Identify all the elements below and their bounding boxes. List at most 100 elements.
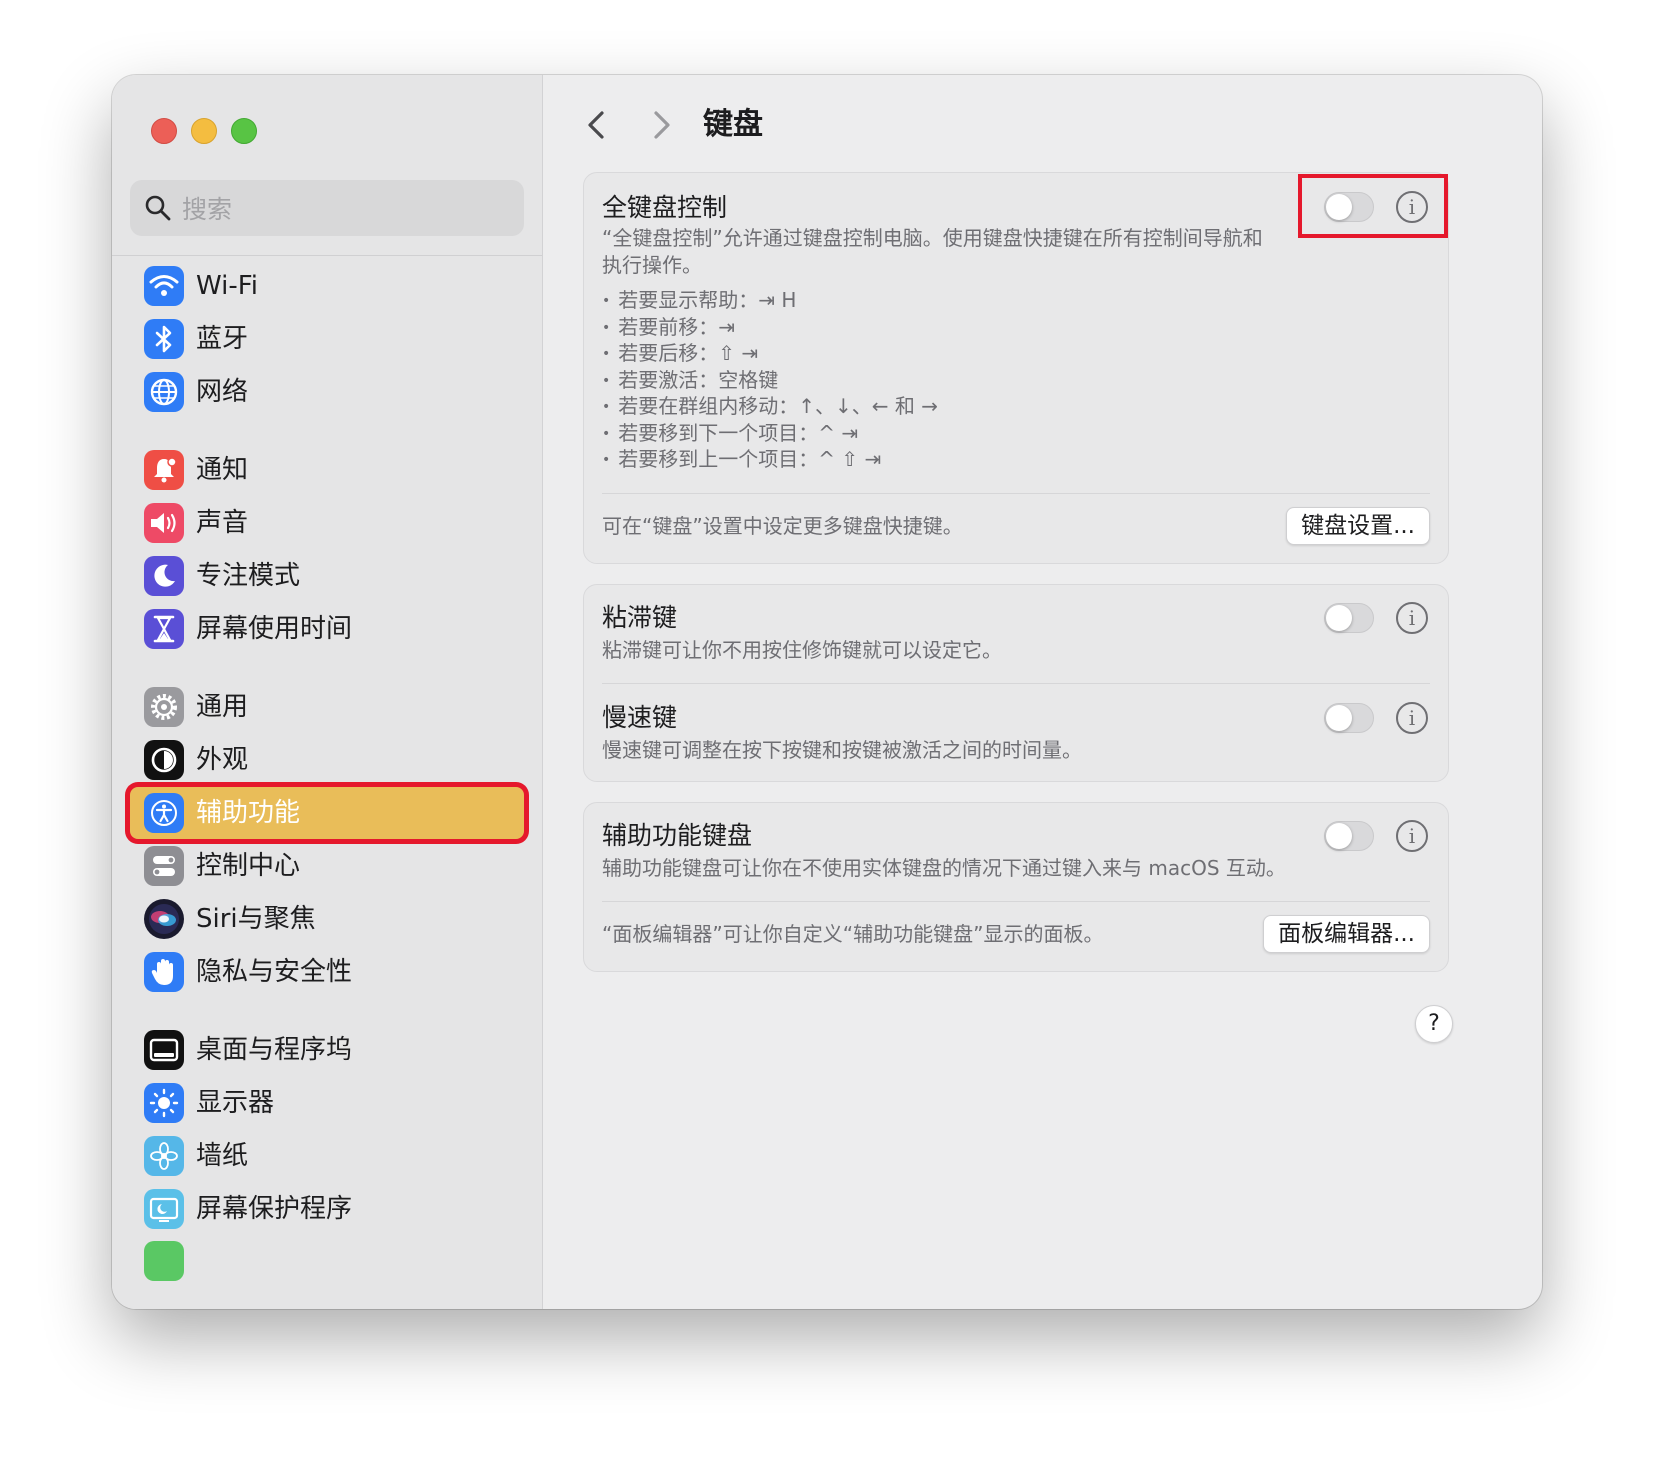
full-keyboard-control-title: 全键盘控制	[602, 193, 728, 222]
bluetooth-icon	[144, 319, 184, 359]
shortcut-hint: 若要激活：空格键	[602, 367, 938, 394]
hourglass-icon	[144, 609, 184, 649]
toggle-knob	[1326, 823, 1352, 849]
info-icon: i	[1408, 824, 1416, 848]
forward-button[interactable]	[643, 105, 679, 145]
gear-icon	[144, 687, 184, 727]
sidebar-item-label: 专注模式	[196, 561, 301, 591]
sidebar: Wi-Fi 蓝牙 网络 通知 声音	[112, 75, 543, 1309]
speaker-icon	[144, 503, 184, 543]
sidebar-item-label: 控制中心	[196, 851, 301, 881]
sun-icon	[144, 1083, 184, 1123]
accessibility-icon	[144, 793, 184, 833]
search-input[interactable]	[180, 190, 504, 228]
toggle-knob	[1326, 605, 1352, 631]
chevron-left-icon	[588, 111, 604, 139]
accessibility-keyboard-title: 辅助功能键盘	[602, 821, 753, 850]
info-icon: i	[1408, 706, 1416, 730]
sidebar-item-label: 外观	[196, 745, 249, 775]
shortcut-hint: 若要移到上一个项目：^ ⇧ ⇥	[602, 446, 938, 473]
sidebar-item-appearance[interactable]: 外观	[130, 734, 524, 786]
back-button[interactable]	[579, 105, 615, 145]
main-content: 键盘 全键盘控制 “全键盘控制”允许通过键盘控制电脑。使用键盘快捷键在所有控制间…	[543, 75, 1542, 1309]
close-window-button[interactable]	[151, 118, 177, 144]
chevron-right-icon	[654, 111, 670, 139]
help-button[interactable]: ?	[1415, 1005, 1453, 1043]
sidebar-item-accessibility[interactable]: 辅助功能	[130, 787, 524, 839]
zoom-window-button[interactable]	[231, 118, 257, 144]
appearance-icon	[144, 740, 184, 780]
sidebar-item-screen-time[interactable]: 屏幕使用时间	[130, 603, 524, 655]
info-icon: i	[1408, 606, 1416, 630]
sidebar-item-general[interactable]: 通用	[130, 681, 524, 733]
accessibility-keyboard-card: 辅助功能键盘 辅助功能键盘可让你在不使用实体键盘的情况下通过键入来与 macOS…	[583, 802, 1449, 972]
sticky-keys-title: 粘滞键	[602, 603, 678, 632]
sidebar-item-label: 辅助功能	[196, 798, 301, 828]
sidebar-item-label: 墙纸	[196, 1141, 249, 1171]
settings-window: Wi-Fi 蓝牙 网络 通知 声音	[112, 75, 1542, 1309]
sidebar-item-privacy[interactable]: 隐私与安全性	[130, 946, 524, 998]
sidebar-item-network[interactable]: 网络	[130, 366, 524, 418]
search-field[interactable]	[130, 180, 524, 236]
separator	[602, 901, 1430, 902]
shortcut-hint: 若要在群组内移动：↑、↓、← 和 →	[602, 393, 938, 420]
keyboard-settings-button[interactable]: 键盘设置...	[1286, 507, 1430, 545]
sidebar-item-label: 桌面与程序坞	[196, 1035, 353, 1065]
sidebar-item-label: 蓝牙	[196, 324, 249, 354]
sidebar-item-next[interactable]	[130, 1235, 524, 1287]
full-keyboard-control-desc: “全键盘控制”允许通过键盘控制电脑。使用键盘快捷键在所有控制间导航和执行操作。	[602, 226, 1263, 277]
bell-icon	[144, 450, 184, 490]
slow-keys-title: 慢速键	[602, 703, 678, 732]
minimize-window-button[interactable]	[191, 118, 217, 144]
sidebar-item-screensaver[interactable]: 屏幕保护程序	[130, 1183, 524, 1235]
shortcut-hint: 若要移到下一个项目：^ ⇥	[602, 420, 938, 447]
sidebar-item-wallpaper[interactable]: 墙纸	[130, 1130, 524, 1182]
accessibility-keyboard-info-button[interactable]: i	[1396, 820, 1428, 852]
sidebar-item-label: 通用	[196, 692, 249, 722]
sidebar-item-sound[interactable]: 声音	[130, 497, 524, 549]
shortcut-hints-list: 若要显示帮助：⇥ H 若要前移：⇥ 若要后移：⇧ ⇥ 若要激活：空格键 若要在群…	[602, 287, 938, 473]
flower-icon	[144, 1136, 184, 1176]
keyboard-settings-hint: 可在“键盘”设置中设定更多键盘快捷键。	[602, 514, 963, 538]
sidebar-item-displays[interactable]: 显示器	[130, 1077, 524, 1129]
sidebar-next-item-icon	[144, 1241, 184, 1281]
sidebar-item-bluetooth[interactable]: 蓝牙	[130, 313, 524, 365]
sidebar-item-siri[interactable]: Siri与聚焦	[130, 893, 524, 945]
sidebar-item-notifications[interactable]: 通知	[130, 444, 524, 496]
wifi-icon	[144, 266, 184, 306]
sidebar-item-label: 隐私与安全性	[196, 957, 353, 987]
sidebar-item-desktop-dock[interactable]: 桌面与程序坞	[130, 1024, 524, 1076]
sidebar-item-label: 屏幕使用时间	[196, 614, 353, 644]
slow-keys-info-button[interactable]: i	[1396, 702, 1428, 734]
shortcut-hint: 若要后移：⇧ ⇥	[602, 340, 938, 367]
shortcut-hint: 若要显示帮助：⇥ H	[602, 287, 938, 314]
sidebar-item-label: 显示器	[196, 1088, 275, 1118]
moon-icon	[144, 556, 184, 596]
full-keyboard-control-card: 全键盘控制 “全键盘控制”允许通过键盘控制电脑。使用键盘快捷键在所有控制间导航和…	[583, 172, 1449, 564]
accessibility-keyboard-desc: 辅助功能键盘可让你在不使用实体键盘的情况下通过键入来与 macOS 互动。	[602, 856, 1286, 880]
panel-editor-button[interactable]: 面板编辑器...	[1263, 915, 1430, 953]
page-title: 键盘	[703, 107, 763, 142]
sidebar-item-label: 通知	[196, 455, 249, 485]
sidebar-item-focus[interactable]: 专注模式	[130, 550, 524, 602]
sidebar-item-label: Wi-Fi	[196, 271, 259, 301]
sidebar-item-wifi[interactable]: Wi-Fi	[130, 260, 524, 312]
shortcut-hint: 若要前移：⇥	[602, 314, 938, 341]
screensaver-icon	[144, 1189, 184, 1229]
sticky-keys-toggle[interactable]	[1324, 603, 1374, 633]
sticky-slow-keys-card: 粘滞键 粘滞键可让你不用按住修饰键就可以设定它。 i 慢速键 慢速键可调整在按下…	[583, 584, 1449, 782]
sticky-keys-desc: 粘滞键可让你不用按住修饰键就可以设定它。	[602, 638, 1002, 662]
sidebar-item-label: 屏幕保护程序	[196, 1194, 353, 1224]
slow-keys-toggle[interactable]	[1324, 703, 1374, 733]
hand-icon	[144, 952, 184, 992]
highlight-box	[1298, 174, 1448, 238]
sidebar-item-control-center[interactable]: 控制中心	[130, 840, 524, 892]
globe-icon	[144, 372, 184, 412]
separator	[602, 493, 1430, 494]
toggle-knob	[1326, 705, 1352, 731]
accessibility-keyboard-toggle[interactable]	[1324, 821, 1374, 851]
sticky-keys-info-button[interactable]: i	[1396, 602, 1428, 634]
panel-editor-hint: “面板编辑器”可让你自定义“辅助功能键盘”显示的面板。	[602, 922, 1104, 946]
siri-icon	[144, 899, 184, 939]
control-center-icon	[144, 846, 184, 886]
